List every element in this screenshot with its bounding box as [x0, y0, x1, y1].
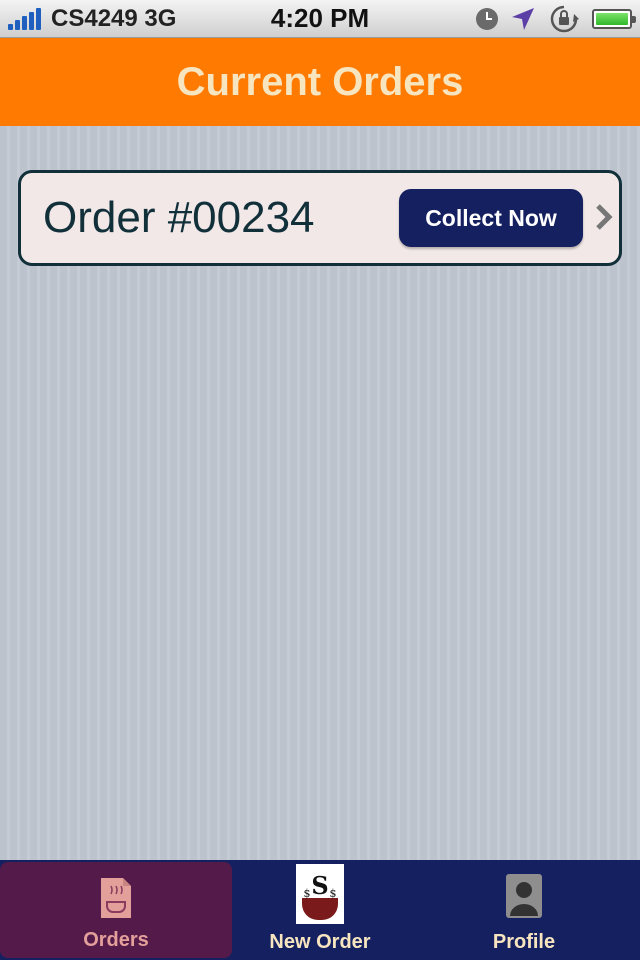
signal-icon: [8, 7, 43, 30]
status-bar: CS4249 3G 4:20 PM: [0, 0, 640, 38]
orders-icon: [88, 876, 144, 934]
page-title: Current Orders: [176, 59, 464, 104]
new-order-icon: S $ $: [292, 864, 348, 928]
status-left: CS4249 3G: [0, 5, 230, 33]
order-title: Order #00234: [43, 193, 315, 242]
collect-now-button[interactable]: Collect Now: [399, 189, 583, 247]
tab-profile[interactable]: Profile: [408, 860, 640, 960]
battery-level: [596, 13, 628, 25]
orders-list: Order #00234 Collect Now: [0, 126, 640, 860]
tab-bar: Orders S $ $ New Order Profile: [0, 860, 640, 960]
profile-icon: [496, 874, 552, 932]
clock-icon: [476, 8, 498, 30]
carrier-label: CS4249 3G: [51, 4, 177, 32]
svg-text:$: $: [330, 887, 337, 900]
rotation-lock-icon: [550, 5, 579, 33]
navigation-bar: Current Orders: [0, 38, 640, 126]
tab-orders-label: Orders: [83, 929, 149, 951]
tab-new-order[interactable]: S $ $ New Order: [232, 860, 408, 960]
chevron-right-icon: [596, 204, 613, 230]
location-arrow-icon: [512, 8, 534, 30]
status-right: [464, 4, 636, 34]
battery-icon: [592, 9, 636, 29]
tab-orders[interactable]: Orders: [0, 862, 232, 958]
tab-new-order-label: New Order: [269, 931, 371, 953]
svg-text:S: S: [311, 871, 328, 900]
tab-profile-label: Profile: [492, 931, 556, 953]
order-row[interactable]: Order #00234 Collect Now: [18, 170, 622, 266]
svg-text:$: $: [304, 887, 311, 900]
